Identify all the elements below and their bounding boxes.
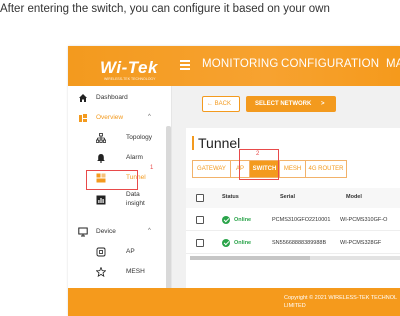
check-circle-icon xyxy=(222,216,230,224)
status-badge: Online xyxy=(234,217,252,223)
instruction-caption: After entering the switch, you can confi… xyxy=(0,3,330,15)
table-header: Status Serial Model xyxy=(186,188,400,208)
model-cell: WI-PCMS328GF xyxy=(340,240,382,246)
column-model[interactable]: Model xyxy=(346,194,362,200)
back-button[interactable]: ← BACK xyxy=(202,96,240,112)
sidebar-item-label: Device xyxy=(96,228,116,235)
check-circle-icon xyxy=(222,239,230,247)
select-network-label: SELECT NETWORK xyxy=(255,101,312,107)
select-network-button[interactable]: SELECT NETWORK > xyxy=(246,96,336,112)
nav-configuration[interactable]: CONFIGURATION xyxy=(281,58,379,70)
page-title: Tunnel xyxy=(192,136,240,150)
model-cell: WI-PCMS310GF-O xyxy=(340,217,388,223)
step-1-label: 1 xyxy=(150,165,154,171)
monitor-icon xyxy=(78,227,88,237)
nav-management[interactable]: MA xyxy=(386,58,400,70)
sidebar-item-dashboard[interactable]: Dashboard xyxy=(68,92,166,106)
sidebar-item-topology[interactable]: Topology xyxy=(68,132,166,146)
brand-tagline: WIRELESS-TEK TECHNOLOGY xyxy=(104,77,156,81)
top-bar: Wi-Tek WIRELESS-TEK TECHNOLOGY MONITORIN… xyxy=(68,46,400,86)
sidebar-item-overview[interactable]: Overview ^ xyxy=(68,112,166,126)
menu-toggle-icon[interactable] xyxy=(180,60,190,70)
main-content: ← BACK SELECT NETWORK > Tunnel GATEWAY A… xyxy=(172,86,400,288)
serial-cell: PCMS310GFO2210001 xyxy=(272,217,331,223)
copyright-line: Copyright © 2021 WIRELESS-TEK TECHNOL xyxy=(284,295,398,301)
sidebar-item-label: Data xyxy=(126,191,140,198)
sidebar-item-label: Dashboard xyxy=(96,94,128,101)
tab-gateway[interactable]: GATEWAY xyxy=(192,160,230,178)
chevron-right-icon: > xyxy=(321,101,325,107)
tab-mesh[interactable]: MESH xyxy=(279,160,305,178)
serial-cell: SN55668888389988B xyxy=(272,240,327,246)
chevron-up-icon: ^ xyxy=(148,228,151,234)
sidebar-item-label: Overview xyxy=(96,114,124,121)
topology-icon xyxy=(96,133,106,143)
home-icon xyxy=(79,94,87,102)
column-serial[interactable]: Serial xyxy=(280,194,295,200)
select-all-checkbox[interactable] xyxy=(196,194,204,202)
row-checkbox[interactable] xyxy=(196,239,204,247)
step-2-label: 2 xyxy=(256,151,260,157)
table-row[interactable]: Online PCMS310GFO2210001 WI-PCMS310GF-O xyxy=(186,209,400,231)
sidebar-item-label: Topology xyxy=(126,134,153,141)
sidebar-item-label: MESH xyxy=(126,268,145,275)
footer: Copyright © 2021 WIRELESS-TEK TECHNOL LI… xyxy=(68,288,400,316)
sidebar-item-data-insight[interactable]: Data insight xyxy=(68,190,166,210)
ap-icon xyxy=(96,247,106,257)
nav-monitoring[interactable]: MONITORING xyxy=(202,58,279,70)
sidebar-item-label: AP xyxy=(126,248,135,255)
sidebar-item-mesh[interactable]: MESH xyxy=(68,266,166,280)
sidebar-item-label: Alarm xyxy=(126,154,143,161)
tunnel-card: Tunnel GATEWAY AP SWITCH MESH 4G ROUTER … xyxy=(186,128,400,288)
scrollbar-thumb[interactable] xyxy=(190,256,310,260)
sidebar-item-device[interactable]: Device ^ xyxy=(68,226,166,240)
sidebar-scrollbar[interactable] xyxy=(166,126,171,288)
overview-icon xyxy=(79,114,87,122)
back-arrow-icon: ← xyxy=(207,101,215,107)
brand-logo: Wi-Tek xyxy=(100,58,158,77)
status-badge: Online xyxy=(234,240,252,246)
mesh-icon xyxy=(96,267,106,277)
table-row[interactable]: Online SN55668888389988B WI-PCMS328GF xyxy=(186,232,400,254)
copyright-text: Copyright © 2021 WIRELESS-TEK TECHNOL LI… xyxy=(284,294,400,310)
sidebar-item-label: insight xyxy=(126,200,145,207)
app-screenshot: Wi-Tek WIRELESS-TEK TECHNOLOGY MONITORIN… xyxy=(68,46,400,316)
bell-icon xyxy=(97,154,105,163)
sidebar-item-alarm[interactable]: Alarm xyxy=(68,152,166,166)
back-button-label: BACK xyxy=(214,101,232,107)
tunnel-highlight-box xyxy=(86,170,138,190)
row-checkbox[interactable] xyxy=(196,216,204,224)
column-status[interactable]: Status xyxy=(222,194,239,200)
chevron-up-icon: ^ xyxy=(148,114,151,120)
copyright-line: LIMITED xyxy=(284,303,306,309)
chart-icon xyxy=(96,195,106,205)
tab-4g-router[interactable]: 4G ROUTER xyxy=(305,160,347,178)
sidebar-item-ap[interactable]: AP xyxy=(68,246,166,260)
